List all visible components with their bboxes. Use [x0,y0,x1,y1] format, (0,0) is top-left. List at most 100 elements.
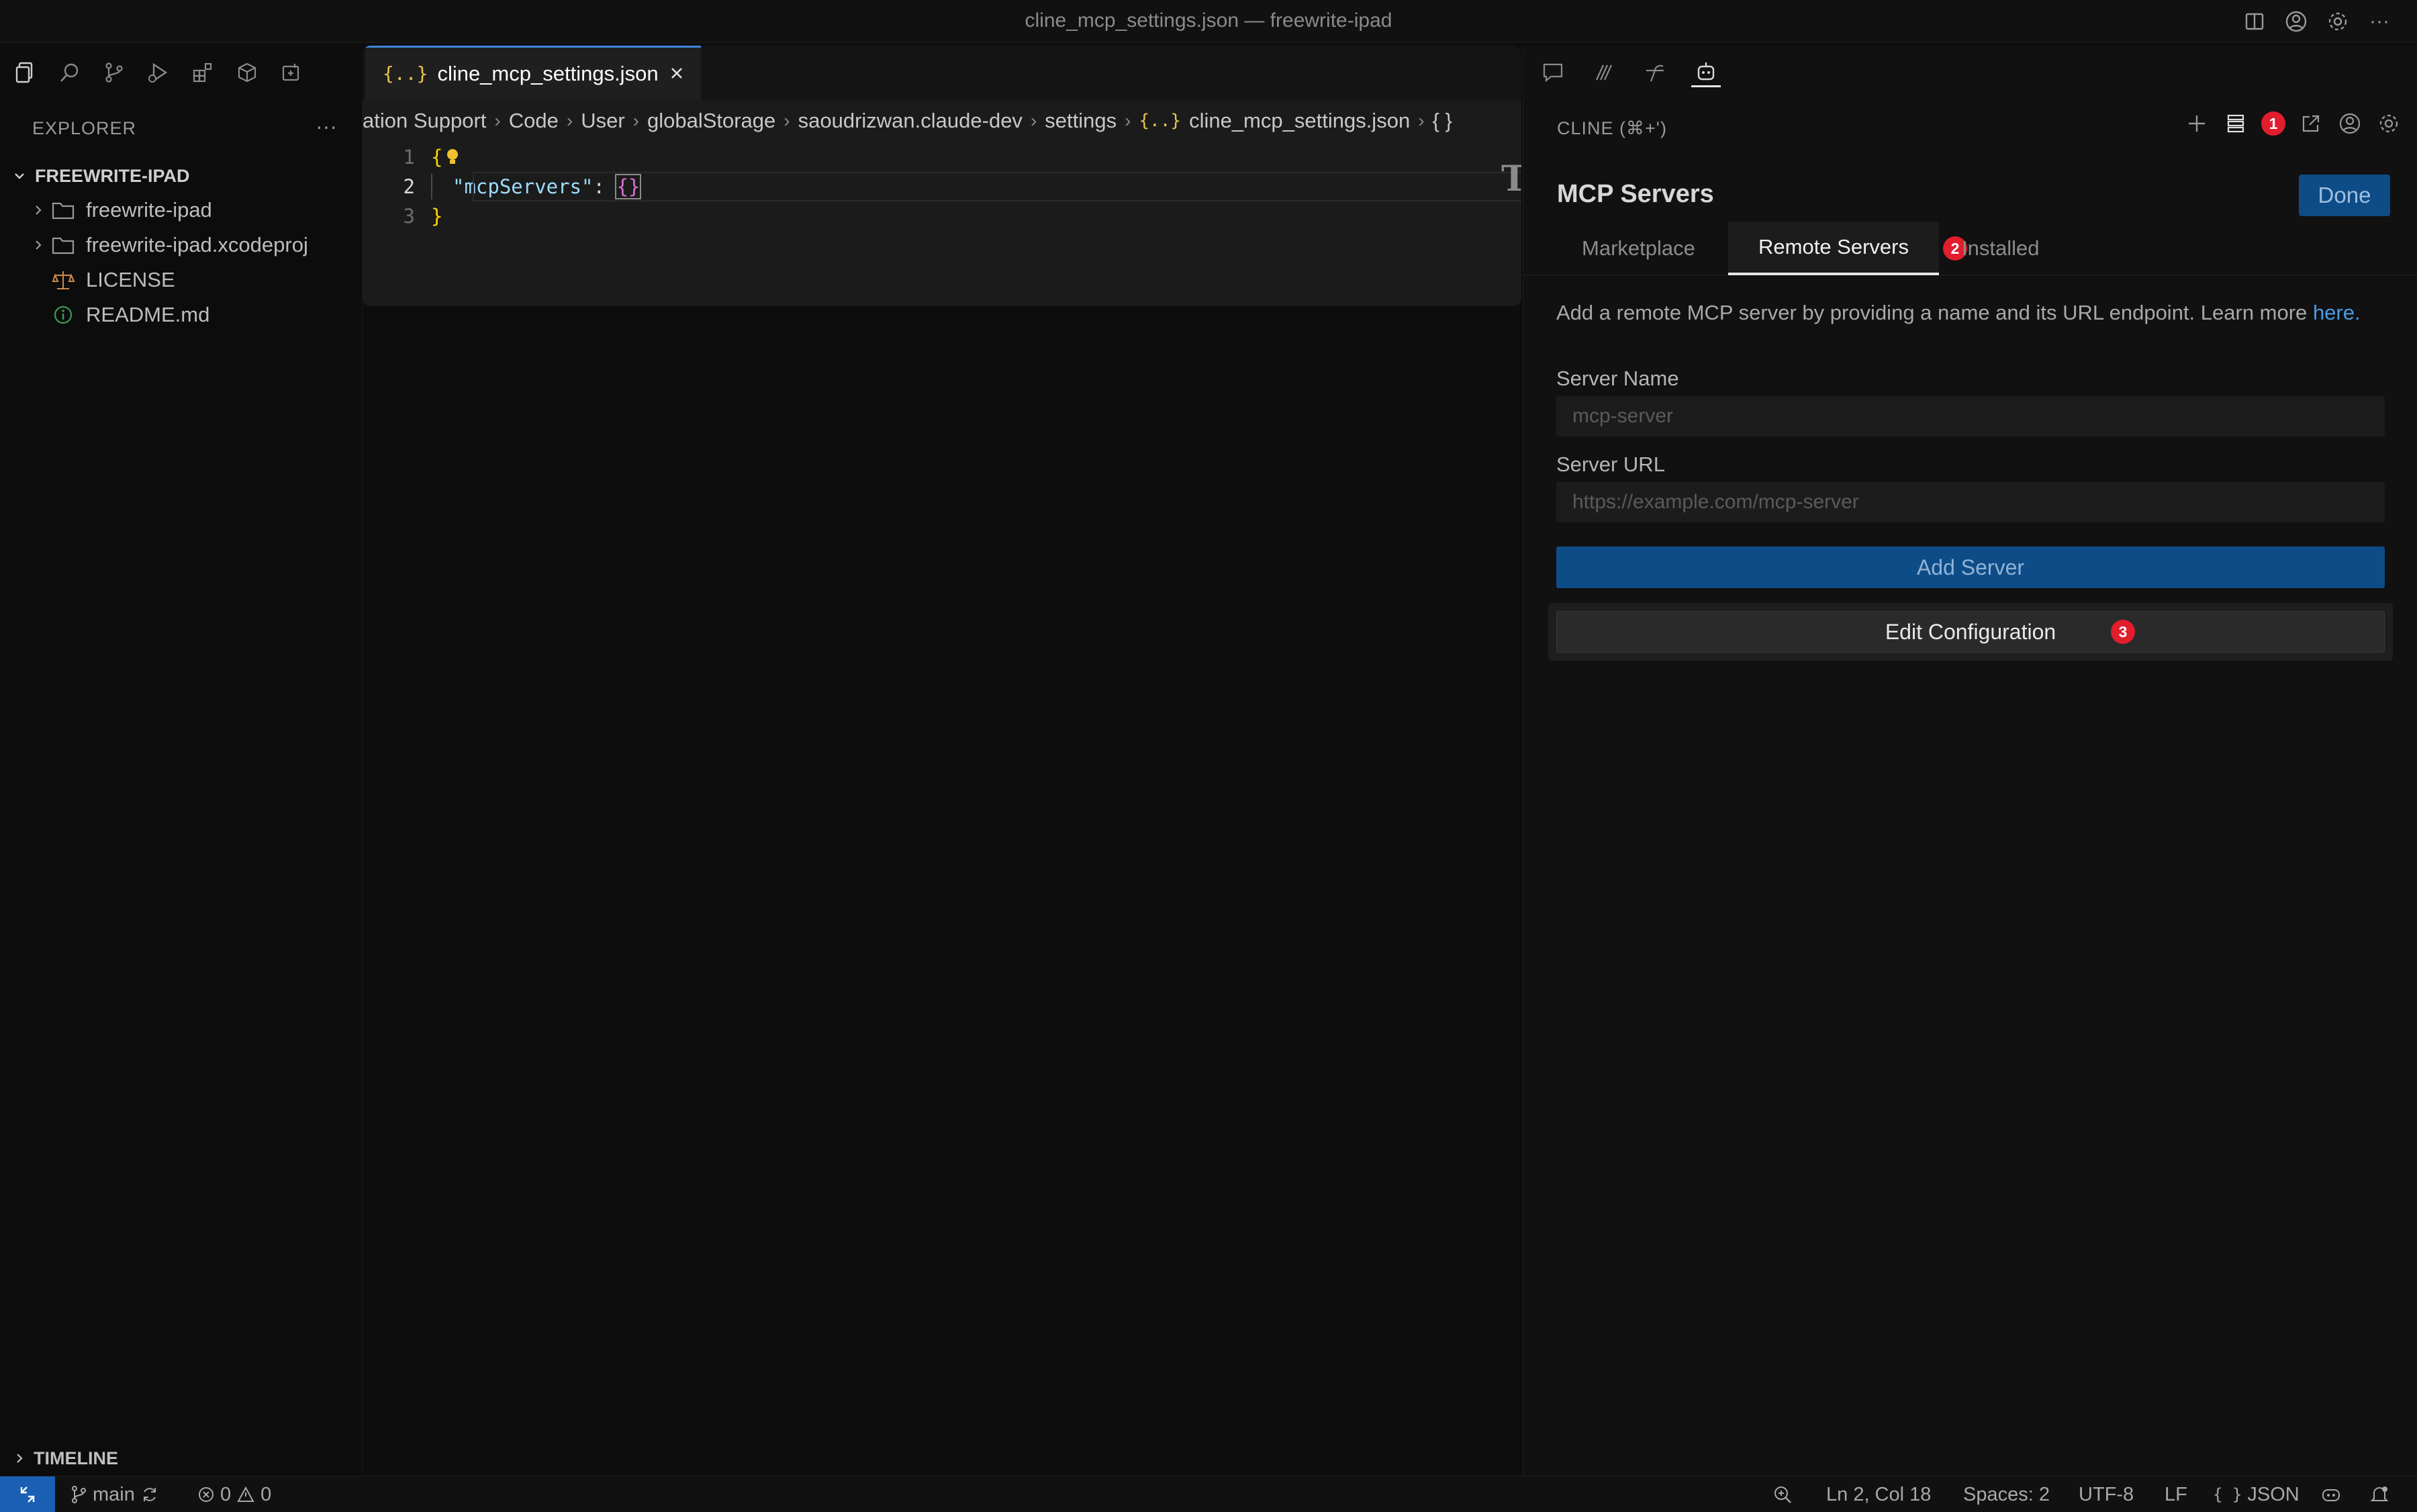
mcp-servers-icon[interactable] [2222,110,2249,137]
account-icon[interactable] [2283,8,2310,35]
json-file-icon: {..} [383,62,428,85]
problems-indicator[interactable]: 0 0 [197,1476,271,1512]
timeline-label: TIMELINE [34,1448,118,1468]
tab-marketplace[interactable]: Marketplace [1582,222,1695,275]
edit-configuration-label: Edit Configuration [1885,619,2056,644]
minimap-preview[interactable]: T [1501,158,1521,199]
tree-item-folder[interactable]: freewrite-ipad.xcodeproj [0,228,363,262]
breadcrumb-segment[interactable]: User [581,109,624,133]
cline-toolbar: 1 [2183,110,2402,137]
code-area[interactable]: 1 { 2 "mcpServers" : {} 3 } [363,142,1521,303]
run-debug-icon[interactable] [145,59,172,86]
server-url-label: Server URL [1556,453,1665,476]
source-control-icon[interactable] [101,59,128,86]
breadcrumb-separator-icon: › [632,110,639,131]
breadcrumb: ation Support › Code › User › globalStorage… [363,99,1521,142]
line-number: 1 [403,146,415,169]
tree-item-label: LICENSE [86,268,175,291]
plus-icon[interactable] [2183,110,2210,137]
breadcrumb-segment[interactable]: saoudrizwan.claude-dev [798,109,1023,133]
chevron-right-icon [27,239,50,251]
warning-count: 0 [260,1483,272,1505]
add-server-button[interactable]: Add Server [1556,547,2385,588]
breadcrumb-separator-icon: › [1030,110,1037,131]
remote-server-description: Add a remote MCP server by providing a n… [1556,299,2389,326]
json-file-icon: {..} [1139,111,1182,131]
editor-tab-active[interactable]: {..} cline_mcp_settings.json [365,46,701,99]
done-button[interactable]: Done [2299,175,2390,216]
tree-item-file[interactable]: README.md [0,298,363,332]
code-line: 1 { [363,142,1521,172]
edit-configuration-highlight: Edit Configuration 3 [1548,603,2393,661]
tree-item-label: freewrite-ipad [86,198,212,222]
breadcrumb-segment[interactable]: globalStorage [647,109,775,133]
breadcrumb-separator-icon: › [566,110,573,131]
lightbulb-icon[interactable] [444,147,461,167]
panel-tab-icons [1538,58,1721,87]
chevron-right-icon [27,204,50,216]
breadcrumb-separator-icon: › [784,110,790,131]
edit-configuration-button[interactable]: Edit Configuration [1556,611,2385,653]
cursor-position[interactable]: Ln 2, Col 18 [1826,1476,1931,1512]
tree-item-label: README.md [86,303,210,326]
sync-icon [143,1488,156,1501]
window-title: cline_mcp_settings.json — freewrite-ipad [1025,9,1392,32]
line-ending[interactable]: LF [2165,1476,2187,1512]
notifications-bell-icon[interactable] [2370,1476,2389,1512]
editor-tab-bar: {..} cline_mcp_settings.json [363,46,1521,99]
indentation[interactable]: Spaces: 2 [1963,1476,2050,1512]
encoding[interactable]: UTF-8 [2079,1476,2134,1512]
copilot-icon[interactable] [2320,1476,2342,1512]
explorer-more-icon[interactable]: ··· [316,114,337,139]
server-name-label: Server Name [1556,367,1679,390]
server-url-input[interactable] [1556,482,2385,522]
server-name-input[interactable] [1556,396,2385,436]
breadcrumb-segment[interactable]: ation Support [363,109,486,133]
settings-gear-icon[interactable] [2324,8,2351,35]
tab-installed[interactable]: Installed [1962,222,2039,275]
open-external-icon[interactable] [2297,110,2324,137]
folder-icon [50,197,77,224]
more-actions-icon[interactable]: ··· [2366,8,2393,35]
line-number: 2 [403,175,415,198]
tree-item-label: freewrite-ipad.xcodeproj [86,233,308,256]
kite-icon[interactable] [1640,58,1670,87]
explorer-files-icon[interactable] [12,59,39,86]
breadcrumb-separator-icon: › [494,110,501,131]
close-icon[interactable] [665,61,689,85]
code-token-object: {} [615,174,642,199]
chevron-right-icon [9,1452,30,1464]
build-tool-icon[interactable] [278,59,305,86]
toggle-panel-icon[interactable] [2241,8,2268,35]
breadcrumb-segment[interactable]: Code [509,109,559,133]
tree-item-folder[interactable]: freewrite-ipad [0,193,363,227]
git-branch-icon [72,1486,86,1503]
timeline-section[interactable]: TIMELINE [9,1444,118,1473]
chat-icon[interactable] [1538,58,1568,87]
breadcrumb-segment[interactable]: settings [1045,109,1117,133]
breadcrumb-symbol[interactable]: { } [1433,109,1452,133]
remote-icon [20,1486,35,1503]
settings-gear-icon[interactable] [2375,110,2402,137]
code-token-brace: { [431,146,443,169]
zoom-indicator[interactable] [1772,1476,1793,1512]
extensions-icon[interactable] [189,59,216,86]
branch-indicator[interactable]: main [70,1476,159,1512]
breadcrumb-separator-icon: › [1418,110,1425,131]
search-icon[interactable] [56,59,83,86]
tab-label: cline_mcp_settings.json [437,61,659,85]
info-icon [50,301,77,328]
account-icon[interactable] [2336,110,2363,137]
language-mode[interactable]: { } JSON [2213,1476,2300,1512]
learn-more-link[interactable]: here. [2313,301,2361,324]
tree-item-file[interactable]: LICENSE [0,263,363,297]
tab-remote-servers[interactable]: Remote Servers [1728,222,1939,275]
step-badge: 1 [2261,111,2285,136]
workspace-section[interactable]: FREEWRITE-IPAD [9,162,190,189]
remote-indicator[interactable] [0,1476,55,1512]
agent-hand-icon[interactable] [1589,58,1619,87]
description-text: Add a remote MCP server by providing a n… [1556,301,2308,324]
package-box-icon[interactable] [234,59,260,86]
breadcrumb-file[interactable]: cline_mcp_settings.json [1189,109,1410,133]
cline-robot-icon[interactable] [1691,58,1721,87]
